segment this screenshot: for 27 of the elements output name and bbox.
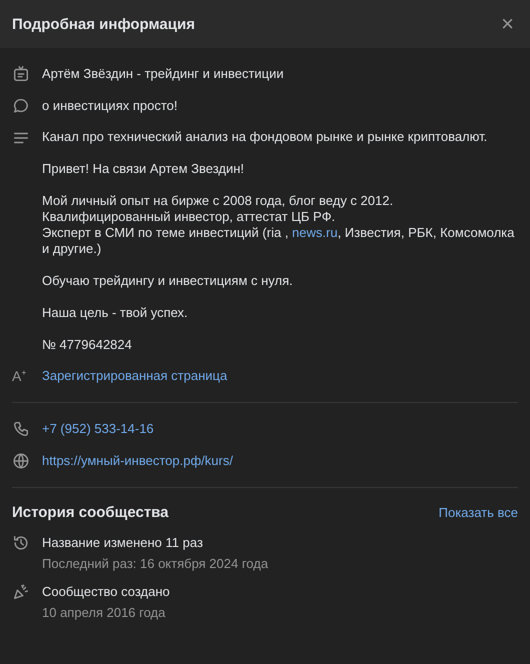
- description-paragraph: Обучаю трейдингу и инвестициям с нуля.: [42, 273, 294, 289]
- description-paragraph: № 4779642824: [42, 337, 133, 353]
- website-link[interactable]: https://умный-инвестор.рф/kurs/: [42, 452, 233, 470]
- history-icon: [12, 534, 30, 552]
- history-date: Последний раз: 16 октября 2024 года: [42, 555, 268, 573]
- description-paragraph: Канал про технический анализ на фондовом рынке и рынке криптовалют.: [42, 129, 488, 145]
- history-title: Название изменено 11 раз: [42, 534, 204, 552]
- badge-icon: [12, 65, 30, 83]
- party-popper-icon: [12, 583, 30, 601]
- history-date: 10 апреля 2016 года: [42, 604, 166, 622]
- phone-icon: [12, 420, 30, 438]
- status-text: о инвестициях просто!: [42, 97, 178, 115]
- verified-page-icon: A⁺: [12, 367, 30, 385]
- history-title: Сообщество создано: [42, 583, 170, 601]
- description-paragraph: Наша цель - твой успех.: [42, 305, 189, 321]
- description-paragraph: Привет! На связи Артем Звездин!: [42, 161, 246, 177]
- close-button[interactable]: ×: [497, 13, 518, 35]
- registered-page-link[interactable]: Зарегистрированная страница: [42, 367, 228, 385]
- community-name: Артём Звёздин - трейдинг и инвестиции: [42, 65, 284, 83]
- speech-bubble-icon: [12, 97, 30, 115]
- description-paragraph: Мой личный опыт на бирже с 2008 года, блог веду с 2012. Квалифицированный инвестор, аттестат ЦБ РФ. Эксперт в СМИ по теме инвестиций (ria , news.ru, Известия, РБК, Комсомолка и другие.): [42, 193, 514, 257]
- show-all-link[interactable]: Показать все: [438, 505, 518, 520]
- section-title: История сообщества: [12, 504, 169, 521]
- news-link[interactable]: news.ru: [292, 225, 338, 240]
- phone-link[interactable]: +7 (952) 533-14-16: [42, 420, 154, 438]
- panel-title: Подробная информация: [12, 16, 195, 32]
- globe-icon: [12, 452, 30, 470]
